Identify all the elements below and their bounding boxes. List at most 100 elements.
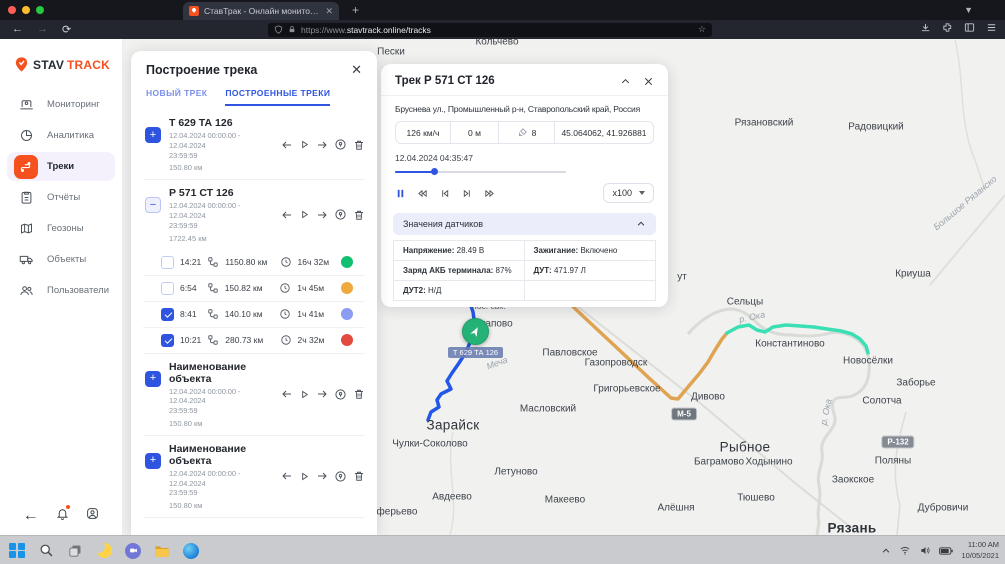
collapse-panel-icon[interactable]: [620, 76, 631, 87]
tab-built-tracks[interactable]: ПОСТРОЕННЫЕ ТРЕКИ: [225, 88, 330, 106]
focus-track-button[interactable]: [334, 470, 347, 483]
new-tab-button[interactable]: +: [352, 3, 359, 17]
step-forward-button[interactable]: [461, 188, 473, 199]
map-label: ут: [677, 272, 687, 283]
url-bar[interactable]: https://www.stavtrack.online/tracks ☆: [268, 23, 712, 37]
tab-new-track[interactable]: НОВЫЙ ТРЕК: [146, 88, 207, 106]
teams-chat-button[interactable]: [124, 542, 142, 560]
map-label: Ходынино: [745, 457, 792, 468]
focus-track-button[interactable]: [334, 388, 347, 401]
taskbar-search-button[interactable]: [37, 542, 55, 560]
fast-forward-button[interactable]: [483, 188, 496, 199]
reload-button[interactable]: ⟳: [62, 23, 71, 36]
next-track-button[interactable]: [316, 388, 328, 400]
segment-checkbox[interactable]: [161, 282, 174, 295]
next-track-button[interactable]: [316, 139, 328, 151]
sidebar-item-users[interactable]: Пользователи: [7, 276, 115, 305]
edge-browser-button[interactable]: [182, 542, 200, 560]
task-view-button[interactable]: [66, 542, 84, 560]
delete-track-button[interactable]: [353, 139, 365, 151]
play-track-button[interactable]: [299, 209, 310, 220]
file-explorer-button[interactable]: [153, 542, 171, 560]
timeline-slider[interactable]: [395, 168, 566, 176]
extensions-icon[interactable]: [942, 22, 953, 33]
prev-track-button[interactable]: [281, 139, 293, 151]
map-label: Пески: [377, 47, 405, 58]
rewind-button[interactable]: [416, 188, 429, 199]
play-track-button[interactable]: [299, 471, 310, 482]
focus-track-button[interactable]: [334, 208, 347, 221]
prev-track-button[interactable]: [281, 388, 293, 400]
menu-icon[interactable]: [986, 22, 997, 33]
play-track-button[interactable]: [299, 139, 310, 150]
tray-chevron-up-icon[interactable]: [881, 546, 891, 556]
track-segment-row[interactable]: 14:21 1150.80 км 16ч 32м: [143, 250, 365, 276]
delete-track-button[interactable]: [353, 388, 365, 400]
sidebar-item-reports[interactable]: Отчёты: [7, 183, 115, 212]
sidebar-item-monitoring[interactable]: Мониторинг: [7, 90, 115, 119]
playback-speed-select[interactable]: x100: [603, 183, 654, 203]
taskbar-clock[interactable]: 11:00 AM10/05/2021: [961, 540, 999, 560]
track-item[interactable]: + Наименование объекта 12.04.2024 00:00:…: [143, 436, 365, 518]
tracking-shield-icon[interactable]: [274, 25, 283, 34]
close-panel-icon[interactable]: [643, 76, 654, 87]
close-window-button[interactable]: [8, 6, 16, 14]
segment-checkbox[interactable]: [161, 256, 174, 269]
next-track-button[interactable]: [316, 209, 328, 221]
start-button[interactable]: [8, 542, 26, 560]
track-item[interactable]: − Р 571 СТ 126 12.04.2024 00:00:00 - 12.…: [143, 180, 365, 249]
track-segment-row[interactable]: 10:21 280.73 км 2ч 32м: [143, 328, 365, 354]
tab-close-icon[interactable]: ✕: [325, 6, 333, 17]
expand-plus-icon[interactable]: +: [145, 371, 161, 387]
tab-title: СтавТрак - Онлайн мониторин: [204, 6, 320, 16]
moon-app-button[interactable]: [95, 542, 113, 560]
pause-button[interactable]: [395, 188, 406, 199]
profile-button[interactable]: [86, 507, 99, 525]
sidebar-toggle-icon[interactable]: [964, 22, 975, 33]
minimize-window-button[interactable]: [22, 6, 30, 14]
track-segment-row[interactable]: 8:41 140.10 км 1ч 41м: [143, 302, 365, 328]
browser-tab[interactable]: СтавТрак - Онлайн мониторин ✕: [183, 2, 339, 20]
map-label: Рязань: [828, 521, 877, 536]
vehicle-label-badge[interactable]: Т 629 ТА 126: [448, 347, 503, 358]
step-back-button[interactable]: [439, 188, 451, 199]
route-icon: [207, 308, 219, 320]
track-item[interactable]: + Т 629 ТА 126 12.04.2024 00:00:00 - 12.…: [143, 110, 365, 180]
vehicle-marker[interactable]: [462, 318, 489, 345]
notifications-button[interactable]: [56, 507, 69, 525]
segment-checkbox[interactable]: [161, 334, 174, 347]
track-item[interactable]: + Наименование объекта 12.04.2024 00:00:…: [143, 354, 365, 436]
collapse-sidebar-button[interactable]: ←: [23, 507, 39, 525]
sidebar-item-tracks[interactable]: Треки: [7, 152, 115, 181]
bookmark-star-icon[interactable]: ☆: [698, 24, 706, 35]
panel-close-icon[interactable]: ✕: [351, 62, 362, 78]
segment-checkbox[interactable]: [161, 308, 174, 321]
prev-track-button[interactable]: [281, 470, 293, 482]
play-track-button[interactable]: [299, 389, 310, 400]
tab-list-chevron-icon[interactable]: ▼: [964, 5, 973, 15]
sidebar-item-analytics[interactable]: Аналитика: [7, 121, 115, 150]
wifi-icon[interactable]: [899, 545, 911, 556]
track-segment-row[interactable]: 6:54 150.82 км 1ч 45м: [143, 276, 365, 302]
timeline-thumb[interactable]: [431, 168, 438, 175]
delete-track-button[interactable]: [353, 209, 365, 221]
sidebar-item-geozones[interactable]: Геозоны: [7, 214, 115, 243]
back-button[interactable]: ←: [12, 23, 23, 36]
next-track-button[interactable]: [316, 470, 328, 482]
forward-button[interactable]: →: [37, 23, 48, 36]
track-period: 12.04.2024 00:00:00 - 12.04.202423:59:59: [169, 387, 278, 416]
map-label: Криуша: [895, 269, 931, 280]
map-label: ферьево: [377, 507, 418, 518]
expand-plus-icon[interactable]: +: [145, 453, 161, 469]
expand-plus-icon[interactable]: +: [145, 127, 161, 143]
sidebar-item-objects[interactable]: Объекты: [7, 245, 115, 274]
zoom-window-button[interactable]: [36, 6, 44, 14]
downloads-icon[interactable]: [920, 22, 931, 33]
battery-icon[interactable]: [939, 546, 953, 556]
delete-track-button[interactable]: [353, 470, 365, 482]
volume-icon[interactable]: [919, 545, 931, 556]
sensors-section-toggle[interactable]: Значения датчиков: [393, 213, 656, 235]
collapse-minus-icon[interactable]: −: [145, 197, 161, 213]
prev-track-button[interactable]: [281, 209, 293, 221]
focus-track-button[interactable]: [334, 138, 347, 151]
